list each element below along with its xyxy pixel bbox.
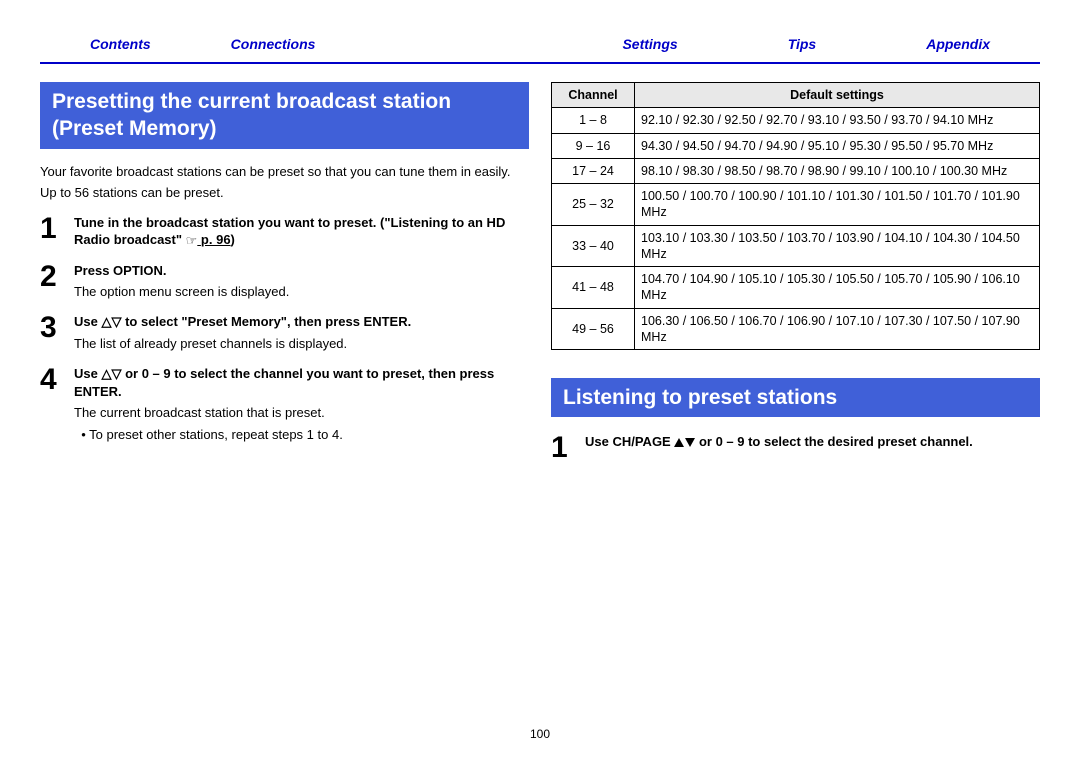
table-header-channel: Channel — [552, 83, 635, 108]
step3-post: to select "Preset Memory", then press EN… — [121, 314, 411, 329]
intro-text-2: Up to 56 stations can be preset. — [40, 184, 529, 202]
table-row: 41 – 48104.70 / 104.90 / 105.10 / 105.30… — [552, 267, 1040, 309]
table-row: 1 – 892.10 / 92.30 / 92.50 / 92.70 / 93.… — [552, 108, 1040, 133]
down-triangle-icon — [685, 438, 695, 447]
step3-text-b: The list of already preset channels is d… — [74, 335, 529, 353]
step-2: 2 Press OPTION. The option menu screen i… — [40, 262, 529, 301]
hand-pointer-icon: ☞ — [186, 232, 198, 250]
section2-step-1: 1 Use CH/PAGE or 0 – 9 to select the des… — [551, 433, 1040, 463]
preset-table: Channel Default settings 1 – 892.10 / 92… — [551, 82, 1040, 350]
step-number: 1 — [40, 214, 60, 244]
up-triangle-icon — [674, 438, 684, 447]
cell-default: 103.10 / 103.30 / 103.50 / 103.70 / 103.… — [635, 225, 1040, 267]
cell-channel: 17 – 24 — [552, 158, 635, 183]
s2-step1-a: Use CH/PAGE — [585, 434, 674, 449]
up-down-icon: △▽ — [101, 365, 121, 383]
cell-channel: 41 – 48 — [552, 267, 635, 309]
step4-bullet: • To preset other stations, repeat steps… — [74, 426, 529, 444]
step2-text-a: Press OPTION. — [74, 262, 529, 280]
step1-page[interactable]: p. 96 — [201, 232, 231, 247]
cell-default: 104.70 / 104.90 / 105.10 / 105.30 / 105.… — [635, 267, 1040, 309]
cell-default: 106.30 / 106.50 / 106.70 / 106.90 / 107.… — [635, 308, 1040, 350]
intro-text-1: Your favorite broadcast stations can be … — [40, 163, 529, 181]
page-number: 100 — [0, 727, 1080, 741]
step-number: 1 — [551, 433, 571, 463]
step4-text-b: The current broadcast station that is pr… — [74, 404, 529, 422]
step-number: 4 — [40, 365, 60, 395]
left-column: Presetting the current broadcast station… — [40, 82, 529, 475]
table-header-default: Default settings — [635, 83, 1040, 108]
cell-channel: 25 – 32 — [552, 184, 635, 226]
nav-right: Settings Tips Appendix — [622, 36, 990, 52]
table-row: 49 – 56106.30 / 106.50 / 106.70 / 106.90… — [552, 308, 1040, 350]
table-row: 33 – 40103.10 / 103.30 / 103.50 / 103.70… — [552, 225, 1040, 267]
table-row: 25 – 32100.50 / 100.70 / 100.90 / 101.10… — [552, 184, 1040, 226]
step4-post: or 0 – 9 to select the channel you want … — [74, 366, 494, 399]
right-column: Channel Default settings 1 – 892.10 / 92… — [551, 82, 1040, 475]
s2-step1-b: or 0 – 9 to select the desired preset ch… — [695, 434, 972, 449]
table-row: 9 – 1694.30 / 94.50 / 94.70 / 94.90 / 95… — [552, 133, 1040, 158]
cell-default: 98.10 / 98.30 / 98.50 / 98.70 / 98.90 / … — [635, 158, 1040, 183]
nav-connections[interactable]: Connections — [231, 36, 316, 52]
step1-text-b: ) — [231, 232, 235, 247]
section2-title: Listening to preset stations — [551, 378, 1040, 417]
nav-contents[interactable]: Contents — [90, 36, 151, 52]
top-nav: Contents Connections Settings Tips Appen… — [0, 0, 1080, 60]
cell-default: 94.30 / 94.50 / 94.70 / 94.90 / 95.10 / … — [635, 133, 1040, 158]
cell-channel: 9 – 16 — [552, 133, 635, 158]
step-number: 3 — [40, 313, 60, 343]
step3-pre: Use — [74, 314, 101, 329]
step-1: 1 Tune in the broadcast station you want… — [40, 214, 529, 250]
table-row: 17 – 2498.10 / 98.30 / 98.50 / 98.70 / 9… — [552, 158, 1040, 183]
step-4: 4 Use △▽ or 0 – 9 to select the channel … — [40, 365, 529, 444]
nav-settings[interactable]: Settings — [622, 36, 677, 52]
cell-default: 100.50 / 100.70 / 100.90 / 101.10 / 101.… — [635, 184, 1040, 226]
cell-default: 92.10 / 92.30 / 92.50 / 92.70 / 93.10 / … — [635, 108, 1040, 133]
step-number: 2 — [40, 262, 60, 292]
cell-channel: 33 – 40 — [552, 225, 635, 267]
cell-channel: 1 – 8 — [552, 108, 635, 133]
step-3: 3 Use △▽ to select "Preset Memory", then… — [40, 313, 529, 353]
up-down-icon: △▽ — [101, 313, 121, 331]
nav-appendix[interactable]: Appendix — [926, 36, 990, 52]
step1-text-a: Tune in the broadcast station you want t… — [74, 215, 505, 248]
section1-title: Presetting the current broadcast station… — [40, 82, 529, 149]
step4-pre: Use — [74, 366, 101, 381]
nav-left: Contents Connections — [90, 36, 315, 52]
step2-text-b: The option menu screen is displayed. — [74, 283, 529, 301]
nav-tips[interactable]: Tips — [788, 36, 817, 52]
cell-channel: 49 – 56 — [552, 308, 635, 350]
